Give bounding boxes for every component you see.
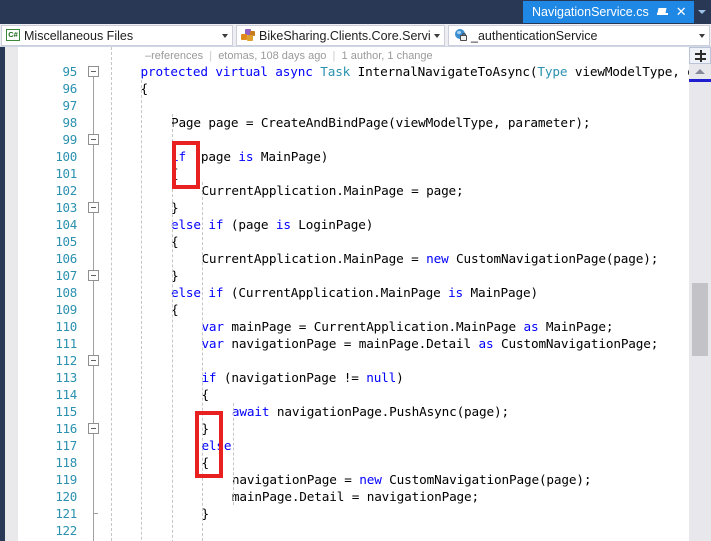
line-number: 108	[55, 285, 77, 300]
indicator-margin[interactable]	[5, 47, 18, 541]
code-line[interactable]: if (navigationPage != null)	[201, 369, 403, 386]
line-number: 109	[55, 302, 77, 317]
private-field-icon	[452, 28, 469, 43]
outlining-connector	[93, 365, 94, 423]
brace-pair-highlight-2	[195, 411, 223, 478]
line-number: 97	[62, 98, 78, 113]
outlining-connector	[93, 212, 94, 270]
project-dropdown-value: Miscellaneous Files	[24, 28, 134, 43]
document-tab-navigationservice[interactable]: NavigationService.cs ✕	[523, 1, 694, 23]
line-number: 112	[55, 353, 77, 368]
document-tab-strip: NavigationService.cs ✕	[0, 0, 711, 24]
scroll-up-button[interactable]	[689, 64, 711, 79]
outlining-collapse-button[interactable]	[88, 134, 99, 145]
code-line[interactable]: CurrentApplication.MainPage = page;	[201, 182, 463, 199]
line-number: 103	[55, 200, 77, 215]
line-number: 99	[62, 132, 78, 147]
code-text-area[interactable]: –references | etomas, 108 days ago | 1 a…	[103, 47, 689, 541]
indent-guide	[202, 182, 204, 541]
type-dropdown[interactable]: BikeSharing.Clients.Core.Services.Nav	[236, 25, 445, 46]
member-dropdown-value: _authenticationService	[471, 28, 598, 43]
type-dropdown-arrow[interactable]	[430, 33, 444, 38]
outlining-margin[interactable]	[85, 47, 103, 541]
line-number: 107	[55, 268, 77, 283]
codelens-author[interactable]: etomas, 108 days ago	[218, 50, 326, 62]
navigation-bar: C# Miscellaneous Files BikeSharing.Clien…	[0, 24, 711, 47]
codelens-references[interactable]: –references	[145, 50, 203, 62]
code-line[interactable]: else if (CurrentApplication.MainPage is …	[171, 284, 538, 301]
member-dropdown-arrow[interactable]	[695, 33, 709, 38]
indent-guide	[111, 47, 112, 541]
line-number: 100	[55, 149, 77, 164]
outlining-collapse-button[interactable]	[88, 66, 99, 77]
outlining-collapse-button[interactable]	[88, 423, 99, 434]
code-line[interactable]: var navigationPage = mainPage.Detail as …	[201, 335, 658, 352]
code-line[interactable]: var mainPage = CurrentApplication.MainPa…	[201, 318, 613, 335]
line-number: 101	[55, 166, 77, 181]
line-number: 115	[55, 404, 77, 419]
line-number: 95	[62, 64, 78, 79]
code-line[interactable]: navigationPage = new CustomNavigationPag…	[232, 471, 592, 488]
code-line[interactable]: protected virtual async Task InternalNav…	[140, 63, 689, 80]
outlining-end-tick	[93, 513, 98, 514]
code-line[interactable]: else if (page is LoginPage)	[171, 216, 373, 233]
outlining-collapse-button[interactable]	[88, 202, 99, 213]
line-number: 113	[55, 370, 77, 385]
code-line[interactable]: mainPage.Detail = navigationPage;	[232, 488, 479, 505]
line-number: 105	[55, 234, 77, 249]
scrollbar-thumb[interactable]	[692, 283, 708, 356]
indent-guide	[232, 403, 234, 505]
code-line[interactable]: await navigationPage.PushAsync(page);	[232, 403, 509, 420]
split-view-button[interactable]	[689, 47, 711, 64]
document-tab-label: NavigationService.cs	[532, 5, 649, 19]
outlining-collapse-button[interactable]	[88, 270, 99, 281]
line-number: 96	[62, 81, 78, 96]
code-line[interactable]: CurrentApplication.MainPage = new Custom…	[201, 250, 658, 267]
chevron-down-icon	[434, 33, 440, 38]
line-number: 120	[55, 489, 77, 504]
type-dropdown-value: BikeSharing.Clients.Core.Services.Nav	[259, 28, 430, 43]
close-icon[interactable]: ✕	[676, 1, 687, 23]
outlining-connector	[93, 280, 94, 355]
line-number: 116	[55, 421, 77, 436]
code-editor[interactable]: 95 96 97 98 99 100 101 102 103 104 105 106 107 108 109…	[0, 47, 711, 541]
namespace-icon	[240, 28, 257, 43]
codelens-history[interactable]: 1 author, 1 change	[342, 50, 433, 62]
line-number: 102	[55, 183, 77, 198]
line-number: 106	[55, 251, 77, 266]
chevron-down-icon	[222, 33, 228, 38]
project-dropdown-arrow[interactable]	[218, 33, 232, 38]
split-view-icon-stem	[700, 50, 702, 62]
line-number: 104	[55, 217, 77, 232]
line-number: 121	[55, 506, 77, 521]
member-dropdown[interactable]: _authenticationService	[448, 25, 710, 46]
outlining-connector	[93, 144, 94, 202]
chevron-down-icon	[699, 33, 705, 38]
line-number: 117	[55, 438, 77, 453]
line-number: 118	[55, 455, 77, 470]
visual-studio-window: NavigationService.cs ✕ C# Miscellaneous …	[0, 0, 711, 541]
line-number: 98	[62, 115, 78, 130]
pin-icon[interactable]	[656, 4, 670, 20]
line-number: 119	[55, 472, 77, 487]
outlining-connector	[93, 76, 94, 134]
line-number: 111	[55, 336, 77, 351]
indent-guide	[141, 80, 143, 541]
line-number: 122	[55, 523, 77, 538]
chevron-down-icon	[698, 10, 706, 14]
tab-overflow-button[interactable]	[695, 1, 709, 23]
brace-pair-highlight-1	[172, 141, 200, 189]
project-dropdown[interactable]: C# Miscellaneous Files	[1, 25, 233, 46]
codelens-indicator[interactable]: –references | etomas, 108 days ago | 1 a…	[145, 49, 433, 64]
chevron-up-icon	[695, 69, 705, 74]
scrollbar-change-band	[689, 79, 711, 82]
line-number-gutter: 95 96 97 98 99 100 101 102 103 104 105 106 107 108 109…	[18, 47, 85, 541]
outlining-connector	[93, 433, 94, 541]
line-number: 114	[55, 387, 77, 402]
outlining-collapse-button[interactable]	[88, 355, 99, 366]
csharp-project-icon: C#	[5, 28, 22, 43]
line-number: 110	[55, 319, 77, 334]
code-line[interactable]: Page page = CreateAndBindPage(viewModelT…	[171, 114, 591, 131]
vertical-scrollbar[interactable]	[689, 47, 711, 541]
